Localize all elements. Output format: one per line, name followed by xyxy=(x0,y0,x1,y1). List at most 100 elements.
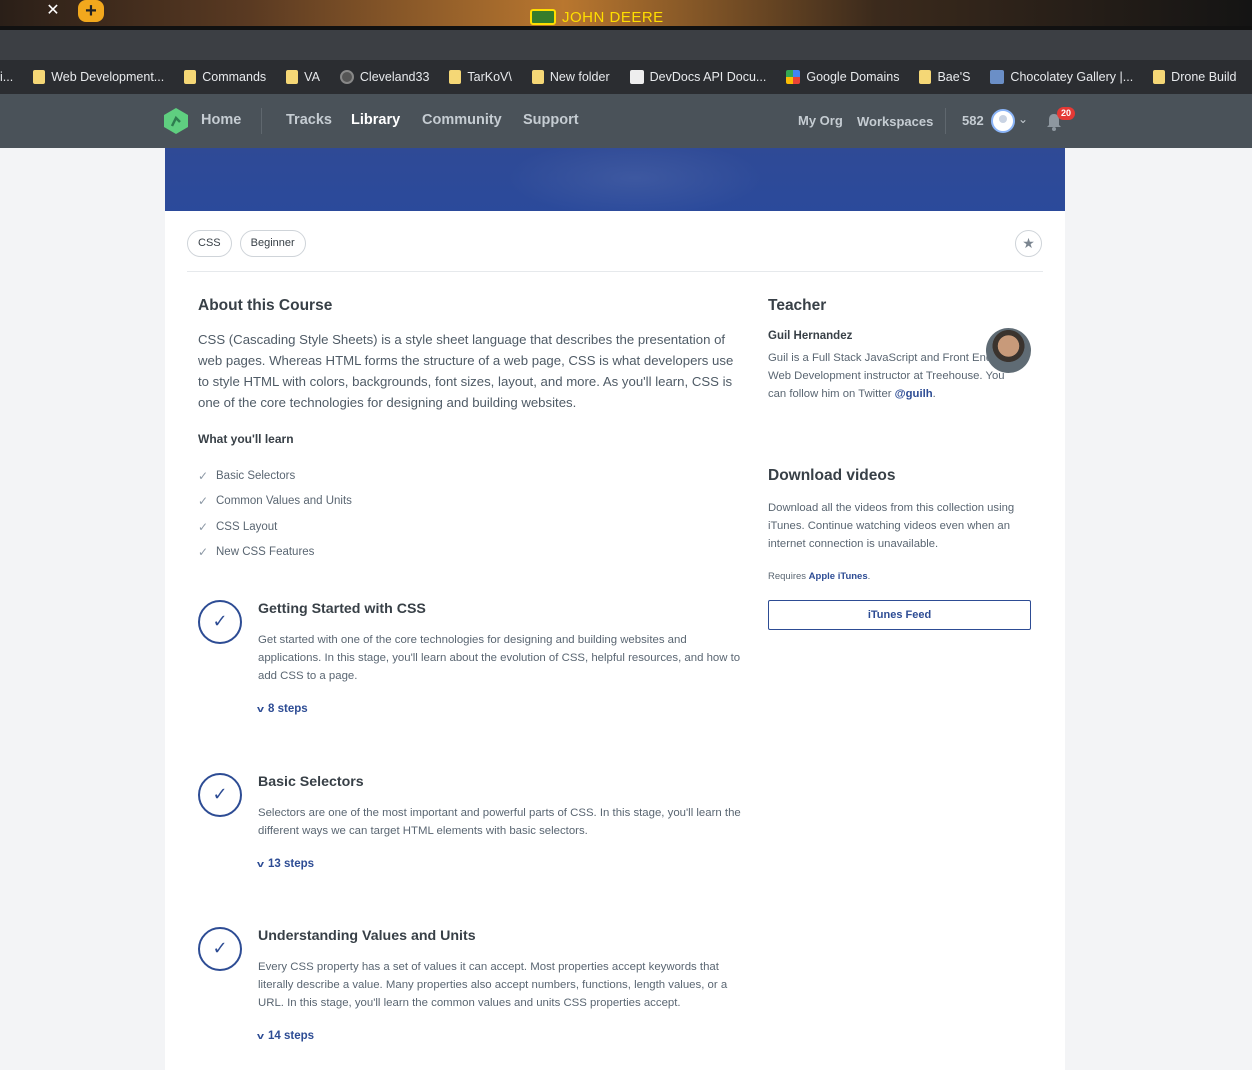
nav-home[interactable]: Home xyxy=(201,112,241,128)
notification-badge: 20 xyxy=(1057,107,1076,120)
about-text: CSS (Cascading Style Sheets) is a style … xyxy=(198,332,734,410)
bookmark-item[interactable]: Drone Build xyxy=(1143,63,1246,91)
list-item-label: Basic Selectors xyxy=(216,469,296,482)
devdocs-icon xyxy=(629,70,644,84)
bookmark-label: Google Domains xyxy=(806,70,900,84)
bookmark-label: VA xyxy=(304,70,320,84)
list-item-label: New CSS Features xyxy=(216,546,315,559)
chevron-down-icon: v xyxy=(256,704,265,714)
folder-icon xyxy=(33,70,46,84)
list-item: ✓ Basic Selectors xyxy=(198,463,352,489)
nav-community[interactable]: Community xyxy=(422,112,502,128)
user-avatar[interactable] xyxy=(991,109,1015,133)
bookmark-item[interactable]: DevDocs API Docu... xyxy=(620,63,777,91)
tag-beginner[interactable]: Beginner xyxy=(239,230,306,257)
list-item-label: Common Values and Units xyxy=(216,495,352,508)
treehouse-logo-icon[interactable] xyxy=(164,108,188,134)
stage-complete-check-icon[interactable]: ✓ xyxy=(198,600,242,644)
stage-steps-toggle[interactable]: v8 steps xyxy=(256,703,308,715)
teacher-title: Teacher xyxy=(768,297,827,314)
bookmark-label: DevDocs API Docu... xyxy=(649,70,767,84)
chevron-down-icon[interactable]: ⌄ xyxy=(1018,112,1028,126)
check-icon: ✓ xyxy=(198,519,209,534)
deer-logo-icon xyxy=(530,9,556,25)
nav-divider xyxy=(261,108,262,134)
list-item: ✓ New CSS Features xyxy=(198,540,352,566)
teacher-avatar xyxy=(986,328,1031,373)
bookmark-item[interactable]: Cleveland33 xyxy=(330,63,440,91)
bookmark-label: i... xyxy=(0,70,14,84)
folder-icon xyxy=(286,70,299,84)
bookmark-item[interactable] xyxy=(1247,63,1252,91)
stage-title[interactable]: Understanding Values and Units xyxy=(258,928,476,944)
chevron-down-icon: v xyxy=(256,859,265,869)
steps-label: 8 steps xyxy=(268,703,308,715)
divider xyxy=(187,271,1043,272)
chevron-down-icon: v xyxy=(256,1031,265,1041)
site-nav: Home Tracks Library Community Support My… xyxy=(0,94,1252,148)
google-domains-icon xyxy=(786,70,801,84)
nav-support[interactable]: Support xyxy=(523,112,579,128)
teacher-name: Guil Hernandez xyxy=(768,330,853,342)
requires-period: . xyxy=(867,571,871,582)
bookmark-item[interactable]: Bae'S xyxy=(909,63,980,91)
stage-description: Every CSS property has a set of values i… xyxy=(258,961,728,1009)
brand-text: JOHN DEERE xyxy=(562,8,664,26)
folder-icon xyxy=(919,70,932,84)
stage-steps-toggle[interactable]: v 13 steps xyxy=(256,858,315,870)
tag-css[interactable]: CSS xyxy=(187,230,232,257)
bookmark-label: Bae'S xyxy=(937,70,971,84)
course-tags: CSS Beginner xyxy=(187,230,306,257)
chocolatey-icon xyxy=(990,70,1005,84)
nav-divider xyxy=(945,108,946,134)
folder-icon xyxy=(1153,70,1166,84)
bookmark-label: TarKoV\ xyxy=(467,70,512,84)
list-item: ✓ Common Values and Units xyxy=(198,489,352,515)
bookmark-item[interactable]: i... xyxy=(0,63,23,91)
teacher-bio: Guil is a Full Stack JavaScript and Fron… xyxy=(768,349,1008,403)
bookmark-item[interactable]: Google Domains xyxy=(776,63,909,91)
learn-title: What you'll learn xyxy=(198,432,294,446)
bookmark-item[interactable]: Chocolatey Gallery |... xyxy=(980,63,1143,91)
bookmark-item[interactable]: VA xyxy=(276,63,330,91)
check-icon: ✓ xyxy=(198,468,209,483)
bookmark-item[interactable]: TarKoV\ xyxy=(439,63,521,91)
twitter-link[interactable]: @guilh xyxy=(895,388,933,400)
apple-itunes-link[interactable]: Apple iTunes xyxy=(809,571,868,582)
bookmark-item[interactable]: Web Development... xyxy=(23,63,174,91)
nav-library[interactable]: Library xyxy=(351,112,400,128)
nav-workspaces[interactable]: Workspaces xyxy=(857,114,933,129)
bookmark-item[interactable]: Commands xyxy=(174,63,276,91)
new-tab-button[interactable]: + xyxy=(78,0,104,22)
list-item-label: CSS Layout xyxy=(216,520,278,533)
bookmark-item[interactable]: New folder xyxy=(522,63,620,91)
nav-tracks[interactable]: Tracks xyxy=(286,112,332,128)
bookmark-label: New folder xyxy=(549,70,610,84)
bookmark-star-icon[interactable]: ★ xyxy=(1015,230,1042,257)
nav-my-org[interactable]: My Org xyxy=(798,113,843,128)
stage-complete-check-icon[interactable]: ✓ xyxy=(198,773,242,817)
points-count: 582 xyxy=(962,113,984,128)
about-title: About this Course xyxy=(198,297,333,314)
check-icon: ✓ xyxy=(198,545,209,560)
stage-complete-check-icon[interactable]: ✓ xyxy=(198,927,242,971)
itunes-feed-button[interactable]: iTunes Feed xyxy=(768,600,1031,630)
bio-period: . xyxy=(932,388,936,400)
bookmark-label: Drone Build xyxy=(1171,70,1237,84)
requires-note: Requires Apple iTunes. xyxy=(768,571,870,582)
address-bar-area[interactable] xyxy=(0,30,1252,60)
bookmark-label: Web Development... xyxy=(51,70,165,84)
stage-title[interactable]: Getting Started with CSS xyxy=(258,601,426,617)
download-text: Download all the videos from this collec… xyxy=(768,502,1015,550)
bookmark-label: Cleveland33 xyxy=(359,70,430,84)
stage-title[interactable]: Basic Selectors xyxy=(258,774,364,790)
stage-steps-toggle[interactable]: v 14 steps xyxy=(256,1030,314,1042)
requires-label: Requires xyxy=(768,571,807,582)
steps-label: 13 steps xyxy=(268,858,315,870)
close-tab-icon[interactable]: ✕ xyxy=(44,2,62,20)
folder-icon xyxy=(449,70,462,84)
course-card: CSS Beginner ★ About this Course CSS (Ca… xyxy=(165,211,1065,1070)
bookmark-label: Chocolatey Gallery |... xyxy=(1010,70,1134,84)
folder-icon xyxy=(184,70,197,84)
learn-list: ✓ Basic Selectors ✓ Common Values and Unit… xyxy=(198,463,352,565)
